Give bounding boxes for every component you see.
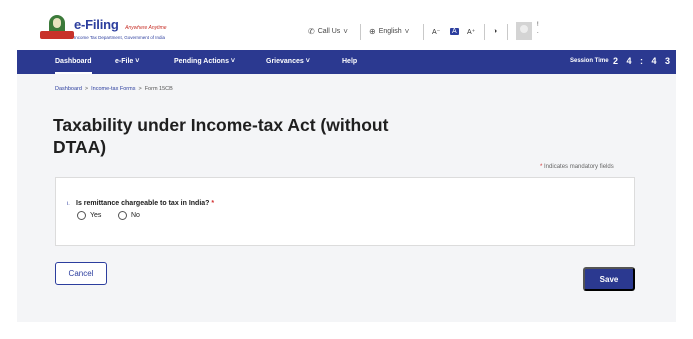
brand-tagline: Anywhere Anytime (125, 25, 167, 31)
font-increase-button[interactable]: A⁺ (467, 28, 475, 36)
breadcrumb: Dashboard > Income-tax Forms > Form 15CB (55, 86, 173, 92)
nav-efile[interactable]: e-File ˅ (115, 58, 139, 65)
question-card: i. Is remittance chargeable to tax in In… (55, 177, 635, 246)
brand-subtitle: Income Tax Department, Government of Ind… (74, 35, 165, 40)
save-button[interactable]: Save (583, 267, 635, 291)
radio-circle[interactable] (118, 211, 127, 220)
call-us-label: Call Us (317, 28, 341, 35)
nav-help[interactable]: Help (342, 58, 357, 65)
contrast-icon[interactable]: ◑ (493, 28, 497, 35)
logo-ribbon (40, 31, 74, 39)
nav-grievances[interactable]: Grievances ˅ (266, 58, 310, 65)
required-star: * (540, 164, 543, 170)
language-label: English (378, 28, 402, 35)
breadcrumb-separator: > (84, 86, 89, 92)
page-title: Taxability under Income-tax Act (without… (53, 115, 389, 157)
radio-yes[interactable]: Yes (77, 211, 101, 220)
chevron-down-icon: ˅ (404, 27, 410, 36)
globe-icon: ⊕ (369, 27, 376, 36)
brand[interactable]: e-Filing Anywhere Anytime Income Tax Dep… (74, 16, 167, 40)
user-name[interactable]: ! . (537, 22, 539, 36)
call-us-button[interactable]: ✆ Call Us ˅ (308, 27, 348, 36)
language-selector[interactable]: ⊕ English ˅ (369, 27, 409, 36)
breadcrumb-current: Form 15CB (144, 86, 173, 92)
radio-yes-label: Yes (90, 212, 102, 219)
font-decrease-button[interactable]: A⁻ (432, 28, 440, 36)
nav-dashboard[interactable]: Dashboard (55, 58, 92, 74)
mandatory-note-text: Indicates mandatory fields (544, 164, 614, 170)
font-normal-button[interactable]: A (450, 28, 459, 35)
nav-pending-actions[interactable]: Pending Actions ˅ (174, 58, 235, 65)
main-nav: Dashboard e-File ˅ Pending Actions ˅ Gri… (17, 50, 676, 74)
mandatory-note: * Indicates mandatory fields (540, 164, 614, 170)
breadcrumb-dashboard[interactable]: Dashboard (55, 86, 82, 92)
required-star: * (211, 200, 215, 207)
divider (507, 24, 508, 40)
chevron-down-icon: ˅ (343, 27, 348, 36)
session-timer: 2 4 : 4 3 (613, 56, 674, 66)
cancel-button[interactable]: Cancel (55, 262, 107, 285)
radio-no-label: No (131, 212, 140, 219)
divider (484, 24, 485, 40)
breadcrumb-separator: > (138, 86, 142, 92)
question-number: i. (67, 201, 70, 207)
radio-circle[interactable] (77, 211, 86, 220)
session-label: Session Time (570, 58, 609, 64)
avatar[interactable] (516, 22, 532, 40)
question-label: Is remittance chargeable to tax in India… (76, 200, 214, 207)
brand-name: e-Filing (74, 17, 119, 32)
breadcrumb-income-tax-forms[interactable]: Income-tax Forms (91, 86, 135, 92)
question-text: Is remittance chargeable to tax in India… (76, 200, 210, 207)
divider (423, 24, 424, 40)
phone-icon: ✆ (308, 27, 315, 36)
radio-no[interactable]: No (118, 211, 140, 220)
divider (360, 24, 361, 40)
emblem-logo[interactable] (40, 15, 74, 41)
